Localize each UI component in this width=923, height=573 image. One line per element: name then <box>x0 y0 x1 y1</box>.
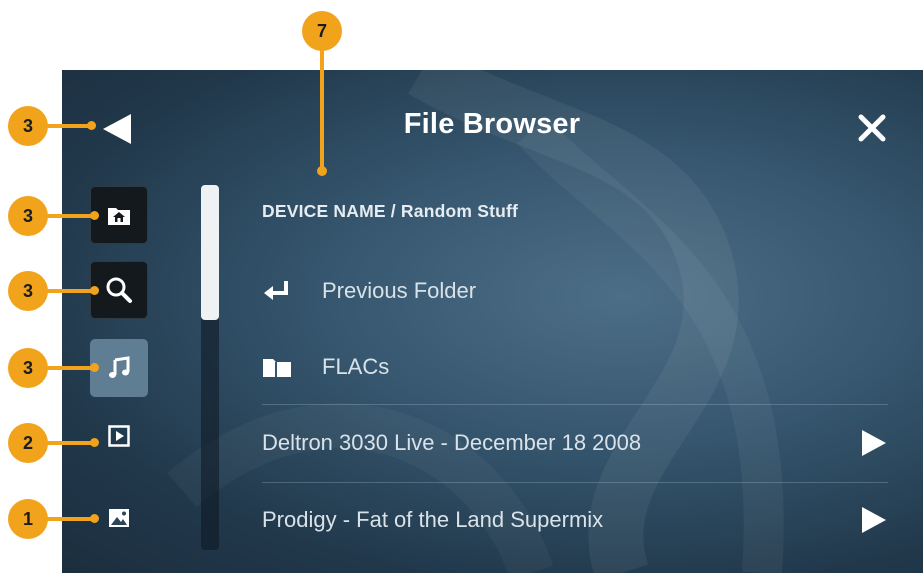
callout-leader <box>46 124 91 128</box>
callout-leader-dot <box>90 286 99 295</box>
track-title: Prodigy - Fat of the Land Supermix <box>262 507 604 532</box>
track-title: Deltron 3030 Live - December 18 2008 <box>262 430 642 455</box>
callout-leader-dot <box>317 166 327 176</box>
callout-badge-search: 3 <box>8 271 48 311</box>
callout-leader-dot <box>87 121 96 130</box>
home-folder-icon <box>108 208 130 225</box>
callout-leader-dot <box>90 514 99 523</box>
video-play-icon <box>108 425 130 447</box>
callout-badge-music: 3 <box>8 348 48 388</box>
list-item-label: Previous Folder <box>322 278 477 303</box>
list-item-previous-folder[interactable]: Previous Folder <box>262 259 888 323</box>
row-divider <box>262 404 888 405</box>
search-icon <box>106 277 132 303</box>
back-button[interactable] <box>96 112 136 146</box>
list-item-track[interactable]: Prodigy - Fat of the Land Supermix <box>262 488 888 552</box>
callout-badge-video: 2 <box>8 423 48 463</box>
back-triangle-icon <box>103 114 131 144</box>
scrollbar-thumb[interactable] <box>201 185 219 320</box>
row-divider <box>262 482 888 483</box>
callout-badge-top: 7 <box>302 11 342 51</box>
callout-leader <box>46 289 94 293</box>
callout-leader-dot <box>90 211 99 220</box>
breadcrumb: DEVICE NAME / Random Stuff <box>262 201 519 221</box>
close-x-icon <box>858 114 886 142</box>
annotated-screenshot: File Browser DEVICE NAME / Random Stuff … <box>0 0 923 573</box>
callout-leader <box>46 214 94 218</box>
callout-leader <box>46 517 94 521</box>
callout-leader-dot <box>90 438 99 447</box>
return-arrow-icon <box>264 281 288 300</box>
list-item-track[interactable]: Deltron 3030 Live - December 18 2008 <box>262 411 888 475</box>
callout-leader-dot <box>90 363 99 372</box>
list-item-folder[interactable]: FLACs <box>262 335 888 399</box>
file-browser-screen: File Browser DEVICE NAME / Random Stuff … <box>62 70 923 573</box>
sidebar-item-video[interactable] <box>90 407 148 465</box>
page-title: File Browser <box>403 108 581 140</box>
callout-leader <box>46 441 94 445</box>
play-icon[interactable] <box>860 428 888 458</box>
play-icon[interactable] <box>860 505 888 535</box>
callout-leader <box>320 50 324 170</box>
music-note-icon <box>109 356 130 378</box>
folder-icon <box>263 359 291 377</box>
image-icon <box>109 509 129 527</box>
callout-leader <box>46 366 94 370</box>
callout-badge-back: 3 <box>8 106 48 146</box>
callout-badge-home: 3 <box>8 196 48 236</box>
callout-badge-photos: 1 <box>8 499 48 539</box>
list-item-label: FLACs <box>322 354 390 379</box>
close-button[interactable] <box>852 110 892 146</box>
